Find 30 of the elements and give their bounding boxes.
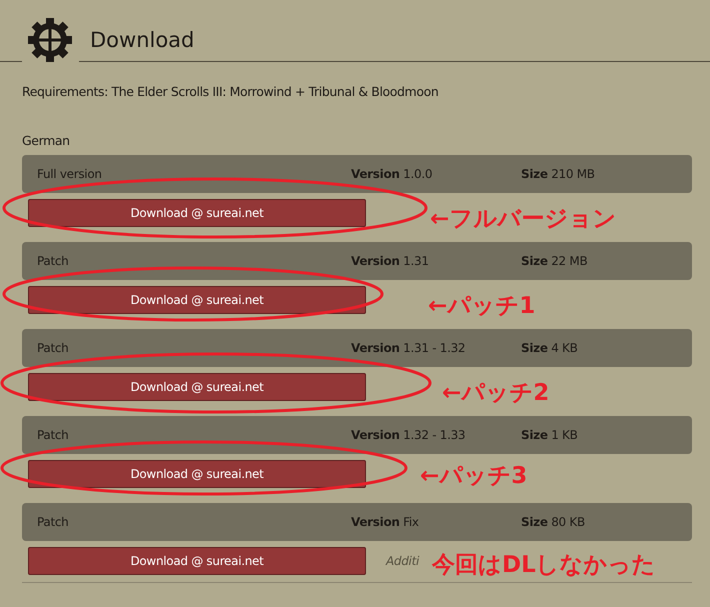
annotation-text: 今回はDLしなかった xyxy=(432,551,656,580)
size-text: Size 80 KB xyxy=(521,515,585,529)
annotation-text: ←パッチ2 xyxy=(442,379,550,408)
version-text: Version 1.32 - 1.33 xyxy=(351,428,466,442)
download-button[interactable]: Download @ sureai.net xyxy=(28,199,366,227)
file-type: Patch xyxy=(37,428,70,442)
file-type: Patch xyxy=(37,254,70,268)
file-type: Patch xyxy=(37,515,70,529)
download-button[interactable]: Download @ sureai.net xyxy=(28,286,366,314)
annotation-text: ←フルバージョン xyxy=(430,205,616,234)
page-title: Download xyxy=(90,28,194,52)
requirements-text: Requirements: The Elder Scrolls III: Morrowind + Tribunal & Bloodmoon xyxy=(22,83,440,101)
file-type: Patch xyxy=(37,341,70,355)
size-text: Size 1 KB xyxy=(521,428,578,442)
annotation-text: ←パッチ1 xyxy=(428,292,536,321)
version-text: Version 1.31 xyxy=(351,254,430,268)
version-text: Version 1.31 - 1.32 xyxy=(351,341,466,355)
download-button[interactable]: Download @ sureai.net xyxy=(28,547,366,575)
download-button[interactable]: Download @ sureai.net xyxy=(28,460,366,488)
download-button[interactable]: Download @ sureai.net xyxy=(28,373,366,401)
version-text: Version Fix xyxy=(351,515,420,529)
version-text: Version 1.0.0 xyxy=(351,167,434,181)
size-text: Size 22 MB xyxy=(521,254,588,268)
note-text: Additi xyxy=(386,554,420,568)
size-text: Size 4 KB xyxy=(521,341,578,355)
annotation-text: ←パッチ3 xyxy=(420,462,528,491)
language-label: German xyxy=(22,132,71,150)
size-text: Size 210 MB xyxy=(521,167,595,181)
gear-icon xyxy=(28,18,72,62)
file-type: Full version xyxy=(37,167,103,181)
